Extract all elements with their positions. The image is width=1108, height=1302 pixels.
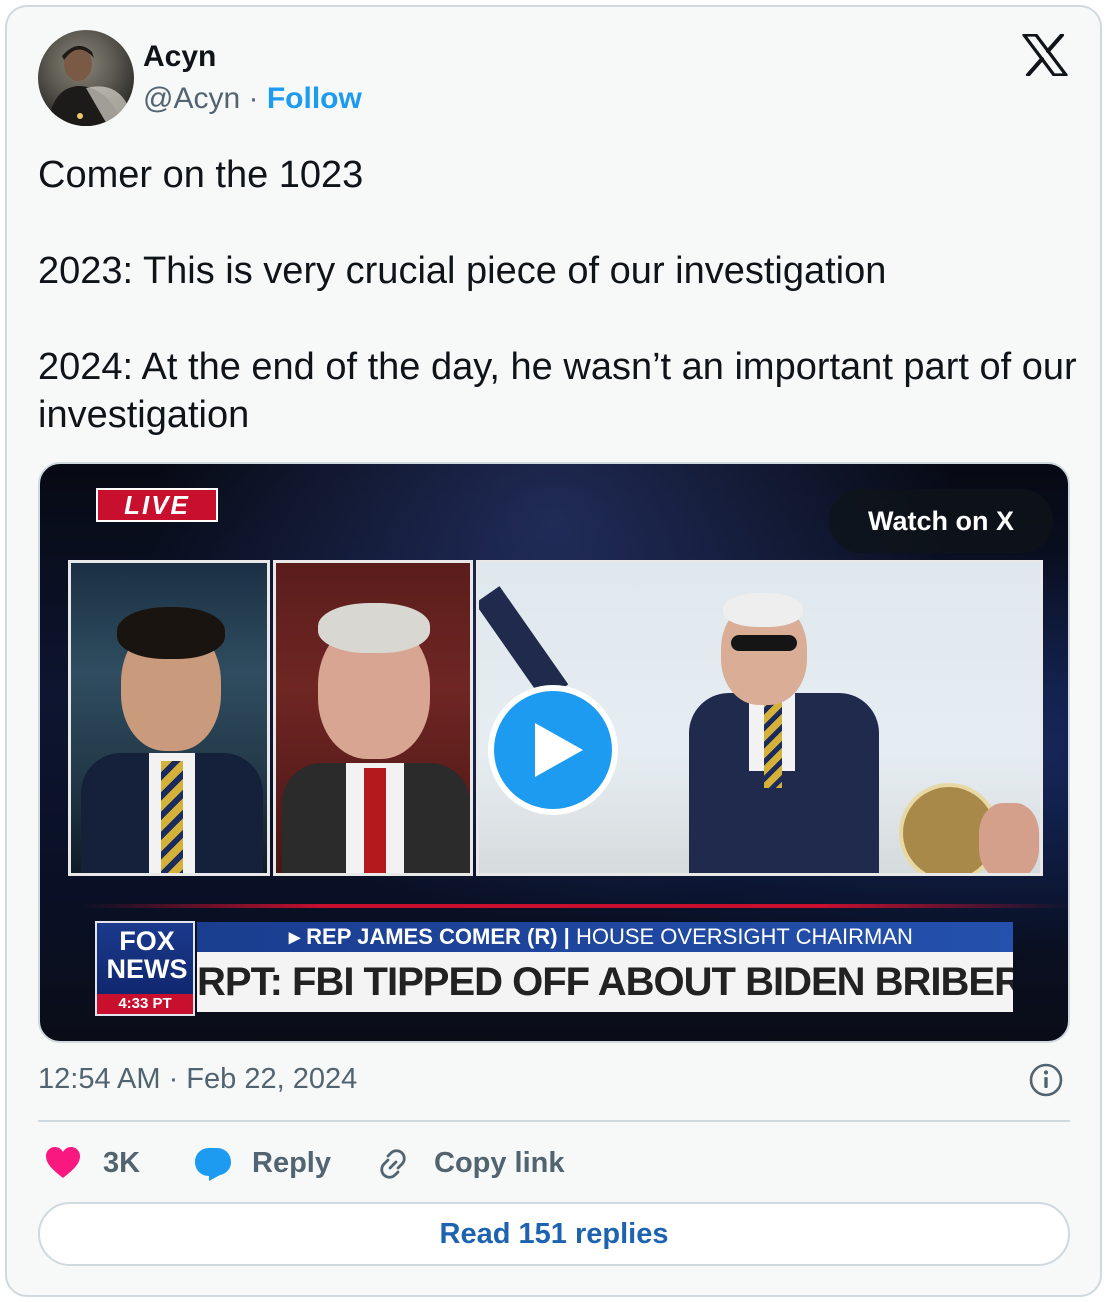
- author-handle[interactable]: @Acyn: [143, 82, 240, 115]
- tweet-text-line-1: Comer on the 1023: [38, 154, 364, 196]
- tweet-text-line-3: 2024: At the end of the day, he wasn’t a…: [38, 346, 1077, 436]
- heart-icon: [46, 1147, 80, 1178]
- tweet-text-line-2: 2023: This is very crucial piece of our …: [38, 250, 887, 292]
- info-icon[interactable]: [1029, 1063, 1063, 1097]
- play-button[interactable]: [488, 685, 618, 815]
- reply-bubble-icon: [195, 1148, 231, 1181]
- play-icon: [535, 723, 583, 777]
- follow-button[interactable]: Follow: [267, 82, 362, 115]
- reply-label: Reply: [252, 1147, 331, 1179]
- broadcast-time: 4:33 PT: [97, 994, 193, 1014]
- host-video-panel: [68, 560, 270, 876]
- guest-video-panel: [273, 560, 473, 876]
- copy-link-label: Copy link: [434, 1147, 565, 1179]
- author-name[interactable]: Acyn: [143, 40, 216, 74]
- watch-on-x-button[interactable]: Watch on X: [829, 489, 1053, 553]
- tweet-timestamp[interactable]: 12:54 AM · Feb 22, 2024: [38, 1063, 357, 1096]
- chyron-name-bar: ▸ REP JAMES COMER (R) | HOUSE OVERSIGHT …: [197, 922, 1013, 952]
- chyron-title: HOUSE OVERSIGHT CHAIRMAN: [575, 924, 913, 949]
- live-badge: LIVE: [96, 488, 218, 522]
- chyron-arrow-icon: ▸: [289, 924, 307, 949]
- avatar[interactable]: [38, 30, 134, 126]
- chyron-divider: |: [557, 924, 576, 949]
- separator-dot: ·: [248, 82, 267, 115]
- x-logo-icon[interactable]: [1022, 33, 1068, 77]
- divider: [38, 1120, 1070, 1122]
- like-count: 3K: [103, 1147, 141, 1179]
- chyron-headline: RPT: FBI TIPPED OFF ABOUT BIDEN BRIBERY: [197, 952, 1013, 1012]
- author-handle-row: @Acyn · Follow: [143, 82, 362, 116]
- fox-news-logo: FOX NEWS 4:33 PT: [95, 921, 195, 1016]
- news-lower-third: FOX NEWS 4:33 PT ▸ REP JAMES COMER (R) | …: [40, 904, 1068, 1041]
- chyron-name: REP JAMES COMER (R): [306, 924, 558, 949]
- read-replies-button[interactable]: Read 151 replies: [38, 1202, 1070, 1266]
- video-thumbnail[interactable]: LIVE Watch on X FOX NEWS 4:33 PT ▸ REP J…: [38, 462, 1070, 1043]
- avatar-photo: [48, 45, 134, 126]
- red-accent-line: [80, 904, 1068, 908]
- link-icon: [380, 1149, 406, 1179]
- fox-news-wordmark: FOX NEWS: [106, 926, 188, 984]
